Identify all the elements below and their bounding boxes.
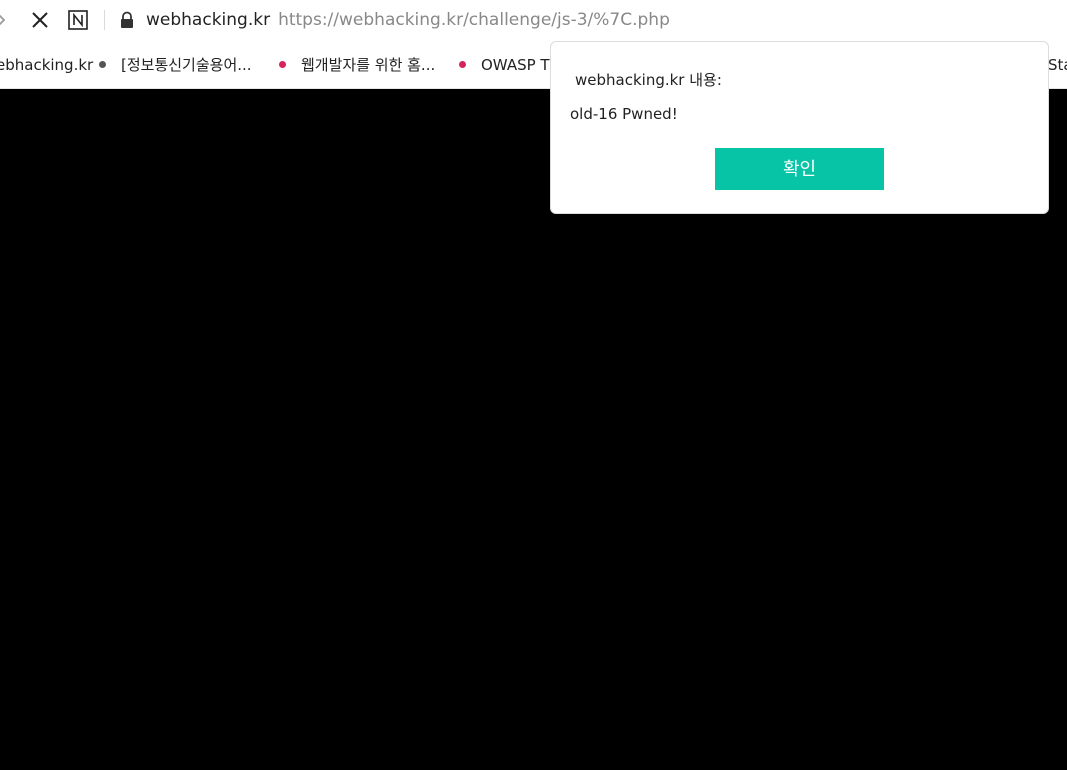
bookmark-item[interactable]: Sta [1048, 55, 1067, 75]
bookmark-item[interactable]: 웹개발자를 위한 홈... [301, 55, 435, 75]
confirm-button[interactable]: 확인 [715, 148, 884, 190]
address-host: webhacking.kr [146, 10, 271, 30]
address-bar[interactable]: webhacking.kr https://webhacking.kr/chall… [146, 8, 670, 32]
browser-toolbar: webhacking.kr https://webhacking.kr/chall… [0, 0, 1067, 41]
bookmark-item[interactable]: ebhacking.kr [0, 55, 93, 75]
naver-n-icon[interactable] [68, 10, 88, 30]
dialog-message: old-16 Pwned! [570, 105, 678, 123]
dialog-title: webhacking.kr 내용: [575, 71, 722, 89]
lock-icon[interactable] [119, 11, 135, 29]
stop-icon[interactable] [30, 10, 50, 30]
bookmark-item[interactable]: [정보통신기술용어... [121, 55, 252, 75]
alert-dialog: webhacking.kr 내용: old-16 Pwned! 확인 [550, 41, 1049, 214]
bookmark-dot-icon [459, 61, 466, 68]
bookmark-dot-icon [99, 61, 106, 68]
bookmark-dot-icon [279, 61, 286, 68]
address-url: https://webhacking.kr/challenge/js-3/%7C… [278, 10, 670, 30]
forward-chevron-icon[interactable] [0, 10, 10, 30]
toolbar-divider [104, 10, 105, 30]
